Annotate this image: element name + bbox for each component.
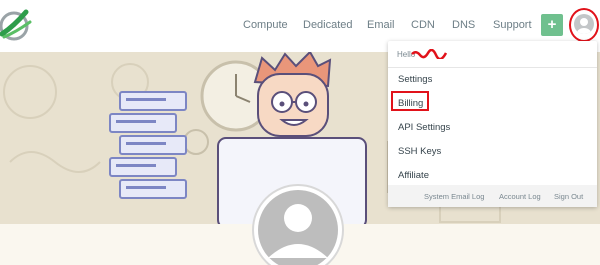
add-button[interactable]: + <box>541 14 563 36</box>
billing-highlight-box <box>391 91 429 111</box>
menu-item-affiliate[interactable]: Affiliate <box>398 170 429 182</box>
avatar-icon <box>574 14 594 34</box>
sign-out-link[interactable]: Sign Out <box>554 192 583 201</box>
dropdown-footer: System Email Log Account Log Sign Out <box>388 185 597 207</box>
menu-item-ssh-keys[interactable]: SSH Keys <box>398 146 441 158</box>
account-log-link[interactable]: Account Log <box>499 192 541 201</box>
nav-compute[interactable]: Compute <box>243 18 288 32</box>
nav-dedicated[interactable]: Dedicated <box>303 18 353 32</box>
menu-item-api-settings[interactable]: API Settings <box>398 122 450 134</box>
nav-dns[interactable]: DNS <box>452 18 475 32</box>
nav-cdn[interactable]: CDN <box>411 18 435 32</box>
account-menu-button[interactable] <box>569 8 599 42</box>
system-email-log-link[interactable]: System Email Log <box>424 192 484 201</box>
nav-email[interactable]: Email <box>367 18 395 32</box>
nav-support[interactable]: Support <box>493 18 532 32</box>
account-dropdown: Hello Settings Billing API Settings SSH … <box>388 41 597 207</box>
profile-photo <box>252 184 344 265</box>
redacted-username-scribble <box>411 49 447 59</box>
divider <box>388 67 597 68</box>
menu-item-settings[interactable]: Settings <box>398 74 432 86</box>
